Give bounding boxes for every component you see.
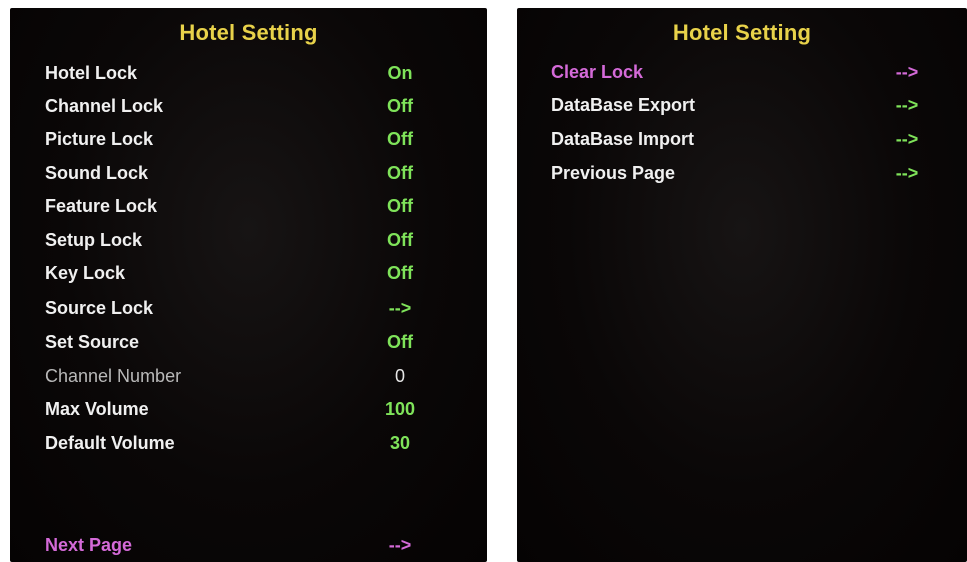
menu-title: Hotel Setting [179, 20, 318, 45]
menu-item-label: Channel Lock [45, 96, 164, 116]
arrow-right-icon: --> [895, 62, 919, 82]
menu-item-label: Sound Lock [45, 163, 148, 183]
menu-item-label: Clear Lock [551, 62, 644, 82]
menu-item-clear-lock[interactable]: Clear Lock --> [517, 56, 967, 89]
menu-item-label: Set Source [45, 332, 140, 352]
arrow-right-icon: --> [895, 129, 919, 149]
menu-item-sound-lock[interactable]: Sound Lock Off [10, 157, 487, 190]
menu-item-feature-lock[interactable]: Feature Lock Off [10, 190, 487, 223]
menu-item-label: Key Lock [45, 263, 126, 283]
menu-item-label: DataBase Import [551, 129, 695, 149]
menu-item-value: Off [387, 196, 413, 216]
menu-item-label: Channel Number [45, 366, 182, 386]
menu-item-label: DataBase Export [551, 95, 696, 115]
hotel-setting-page-2: Hotel Setting Clear Lock --> DataBase Ex… [517, 8, 967, 562]
menu-item-key-lock[interactable]: Key Lock Off [10, 257, 487, 290]
menu-item-next-page[interactable]: Next Page --> [10, 529, 487, 562]
arrow-right-icon: --> [388, 535, 412, 555]
menu-item-database-import[interactable]: DataBase Import --> [517, 123, 967, 156]
menu-item-channel-lock[interactable]: Channel Lock Off [10, 90, 487, 123]
menu-item-picture-lock[interactable]: Picture Lock Off [10, 123, 487, 156]
menu-item-value: Off [387, 230, 413, 250]
menu-item-label: Feature Lock [45, 196, 158, 216]
menu-item-label: Setup Lock [45, 230, 143, 250]
menu-item-max-volume[interactable]: Max Volume 100 [10, 393, 487, 426]
menu-item-label: Hotel Lock [45, 63, 138, 83]
menu-item-label: Source Lock [45, 298, 154, 318]
menu-item-previous-page[interactable]: Previous Page --> [517, 157, 967, 190]
menu-item-value: Off [387, 96, 413, 116]
menu-title: Hotel Setting [672, 20, 812, 45]
menu-item-database-export[interactable]: DataBase Export --> [517, 89, 967, 122]
menu-item-label: Max Volume [45, 399, 149, 419]
menu-item-label: Picture Lock [45, 129, 154, 149]
menu-item-default-volume[interactable]: Default Volume 30 [10, 427, 487, 460]
menu-item-label: Default Volume [45, 433, 175, 453]
menu-item-value: Off [387, 129, 413, 149]
menu-item-channel-number[interactable]: Channel Number 0 [10, 360, 487, 393]
menu-item-label: Previous Page [551, 163, 676, 183]
arrow-right-icon: --> [895, 95, 919, 115]
menu-item-value: On [387, 63, 413, 83]
menu-item-value: --> [388, 298, 412, 318]
menu-item-setup-lock[interactable]: Setup Lock Off [10, 224, 487, 257]
menu-item-value: 0 [394, 366, 405, 386]
menu-item-value: Off [387, 332, 413, 352]
menu-item-set-source[interactable]: Set Source Off [10, 326, 487, 359]
menu-item-label: Next Page [45, 535, 133, 555]
hotel-setting-page-1: Hotel Setting Hotel Lock On Channel Lock… [10, 8, 487, 562]
menu-item-value: Off [387, 163, 413, 183]
menu-item-source-lock[interactable]: Source Lock --> [10, 292, 487, 325]
menu-item-value: Off [387, 263, 413, 283]
menu-item-value: 100 [384, 399, 416, 419]
arrow-right-icon: --> [895, 163, 919, 183]
menu-item-hotel-lock[interactable]: Hotel Lock On [10, 57, 487, 90]
menu-item-value: 30 [389, 433, 411, 453]
